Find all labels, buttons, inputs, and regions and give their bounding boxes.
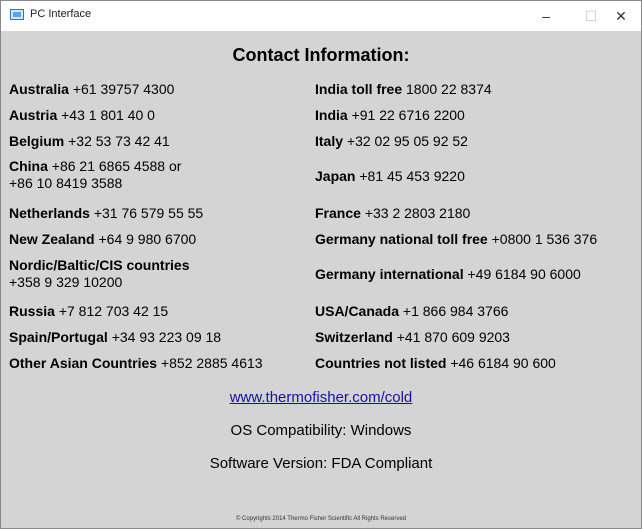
contact-austria: Austria +43 1 801 40 0 <box>9 107 155 124</box>
country-label: New Zealand <box>9 231 95 247</box>
phone-number: +34 93 223 09 18 <box>111 329 222 345</box>
country-label: Nordic/Baltic/CIS countries <box>9 257 190 273</box>
os-compatibility-text: OS Compatibility: Windows <box>230 422 412 439</box>
phone-number: +32 02 95 05 92 52 <box>346 133 468 149</box>
contact-new-zealand: New Zealand +64 9 980 6700 <box>9 231 196 248</box>
contact-countries-not-listed: Countries not listed +46 6184 90 600 <box>315 355 556 372</box>
country-label: Switzerland <box>315 329 393 345</box>
country-label: Netherlands <box>9 205 90 221</box>
country-label: China <box>9 158 48 174</box>
contact-china: China +86 21 6865 4588 or +86 10 8419 35… <box>9 158 181 192</box>
phone-number: +32 53 73 42 41 <box>68 133 170 149</box>
country-label: Austria <box>9 107 58 123</box>
contact-usa-canada: USA/Canada +1 866 984 3766 <box>315 303 508 320</box>
phone-number: +64 9 980 6700 <box>98 231 197 247</box>
country-label: Germany international <box>315 266 464 282</box>
contact-spain-portugal: Spain/Portugal +34 93 223 09 18 <box>9 329 221 346</box>
country-label: Spain/Portugal <box>9 329 108 345</box>
phone-number: +33 2 2803 2180 <box>364 205 471 221</box>
phone-number: +852 2885 4613 <box>160 355 263 371</box>
country-label: Countries not listed <box>315 355 447 371</box>
phone-number: +46 6184 90 600 <box>450 355 556 371</box>
phone-number: +81 45 453 9220 <box>359 168 465 184</box>
website-row: www.thermofisher.com/cold <box>1 389 641 406</box>
country-label: France <box>315 205 361 221</box>
phone-number: +49 6184 90 6000 <box>467 266 581 282</box>
contact-germany-international: Germany international +49 6184 90 6000 <box>315 266 581 283</box>
phone-number: +43 1 801 40 0 <box>61 107 155 123</box>
country-label: Other Asian Countries <box>9 355 158 371</box>
phone-number: +91 22 6716 2200 <box>351 107 465 123</box>
phone-number: +41 870 609 9203 <box>396 329 510 345</box>
copyright-text: © Copyrights 2014 Thermo Fisher Scientif… <box>235 516 407 522</box>
app-window: PC Interface – ☐ ✕ Contact Information: … <box>0 0 642 529</box>
close-button[interactable]: ✕ <box>601 5 641 27</box>
phone-number: +31 76 579 55 55 <box>93 205 204 221</box>
country-label: Russia <box>9 303 55 319</box>
contact-germany-toll-free: Germany national toll free +0800 1 536 3… <box>315 231 597 248</box>
contact-heading: Contact Information: <box>232 45 410 65</box>
contact-netherlands: Netherlands +31 76 579 55 55 <box>9 205 203 222</box>
contact-france: France +33 2 2803 2180 <box>315 205 470 222</box>
phone-number-secondary: +86 10 8419 3588 <box>9 175 123 191</box>
contact-india: India +91 22 6716 2200 <box>315 107 465 124</box>
contact-australia: Australia +61 39757 4300 <box>9 81 174 98</box>
country-label: Italy <box>315 133 344 149</box>
title-bar[interactable]: PC Interface – ☐ ✕ <box>1 1 641 31</box>
phone-number: 1800 22 8374 <box>406 81 492 97</box>
window-title: PC Interface <box>30 8 92 20</box>
phone-number: +0800 1 536 376 <box>491 231 598 247</box>
phone-number: +7 812 703 42 15 <box>58 303 169 319</box>
contact-nordic: Nordic/Baltic/CIS countries +358 9 329 1… <box>9 257 189 291</box>
software-version-text: Software Version: FDA Compliant <box>209 455 433 472</box>
contact-india-toll-free: India toll free 1800 22 8374 <box>315 81 492 98</box>
contact-italy: Italy +32 02 95 05 92 52 <box>315 133 468 150</box>
contact-switzerland: Switzerland +41 870 609 9203 <box>315 329 510 346</box>
contact-belgium: Belgium +32 53 73 42 41 <box>9 133 170 150</box>
contact-other-asian: Other Asian Countries +852 2885 4613 <box>9 355 263 372</box>
app-icon <box>10 9 24 20</box>
country-label: Germany national toll free <box>315 231 488 247</box>
country-label: Belgium <box>9 133 65 149</box>
country-label: India <box>315 107 348 123</box>
minimize-button[interactable]: – <box>526 5 566 27</box>
country-label: Japan <box>315 168 356 184</box>
country-label: Australia <box>9 81 69 97</box>
contact-japan: Japan +81 45 453 9220 <box>315 168 465 185</box>
phone-number: +358 9 329 10200 <box>9 274 123 290</box>
website-link[interactable]: www.thermofisher.com/cold <box>230 389 413 406</box>
phone-number: +61 39757 4300 <box>72 81 175 97</box>
country-label: India toll free <box>315 81 403 97</box>
phone-number: +1 866 984 3766 <box>402 303 509 319</box>
country-label: USA/Canada <box>315 303 400 319</box>
phone-number: +86 21 6865 4588 or <box>51 158 182 174</box>
contact-russia: Russia +7 812 703 42 15 <box>9 303 168 320</box>
